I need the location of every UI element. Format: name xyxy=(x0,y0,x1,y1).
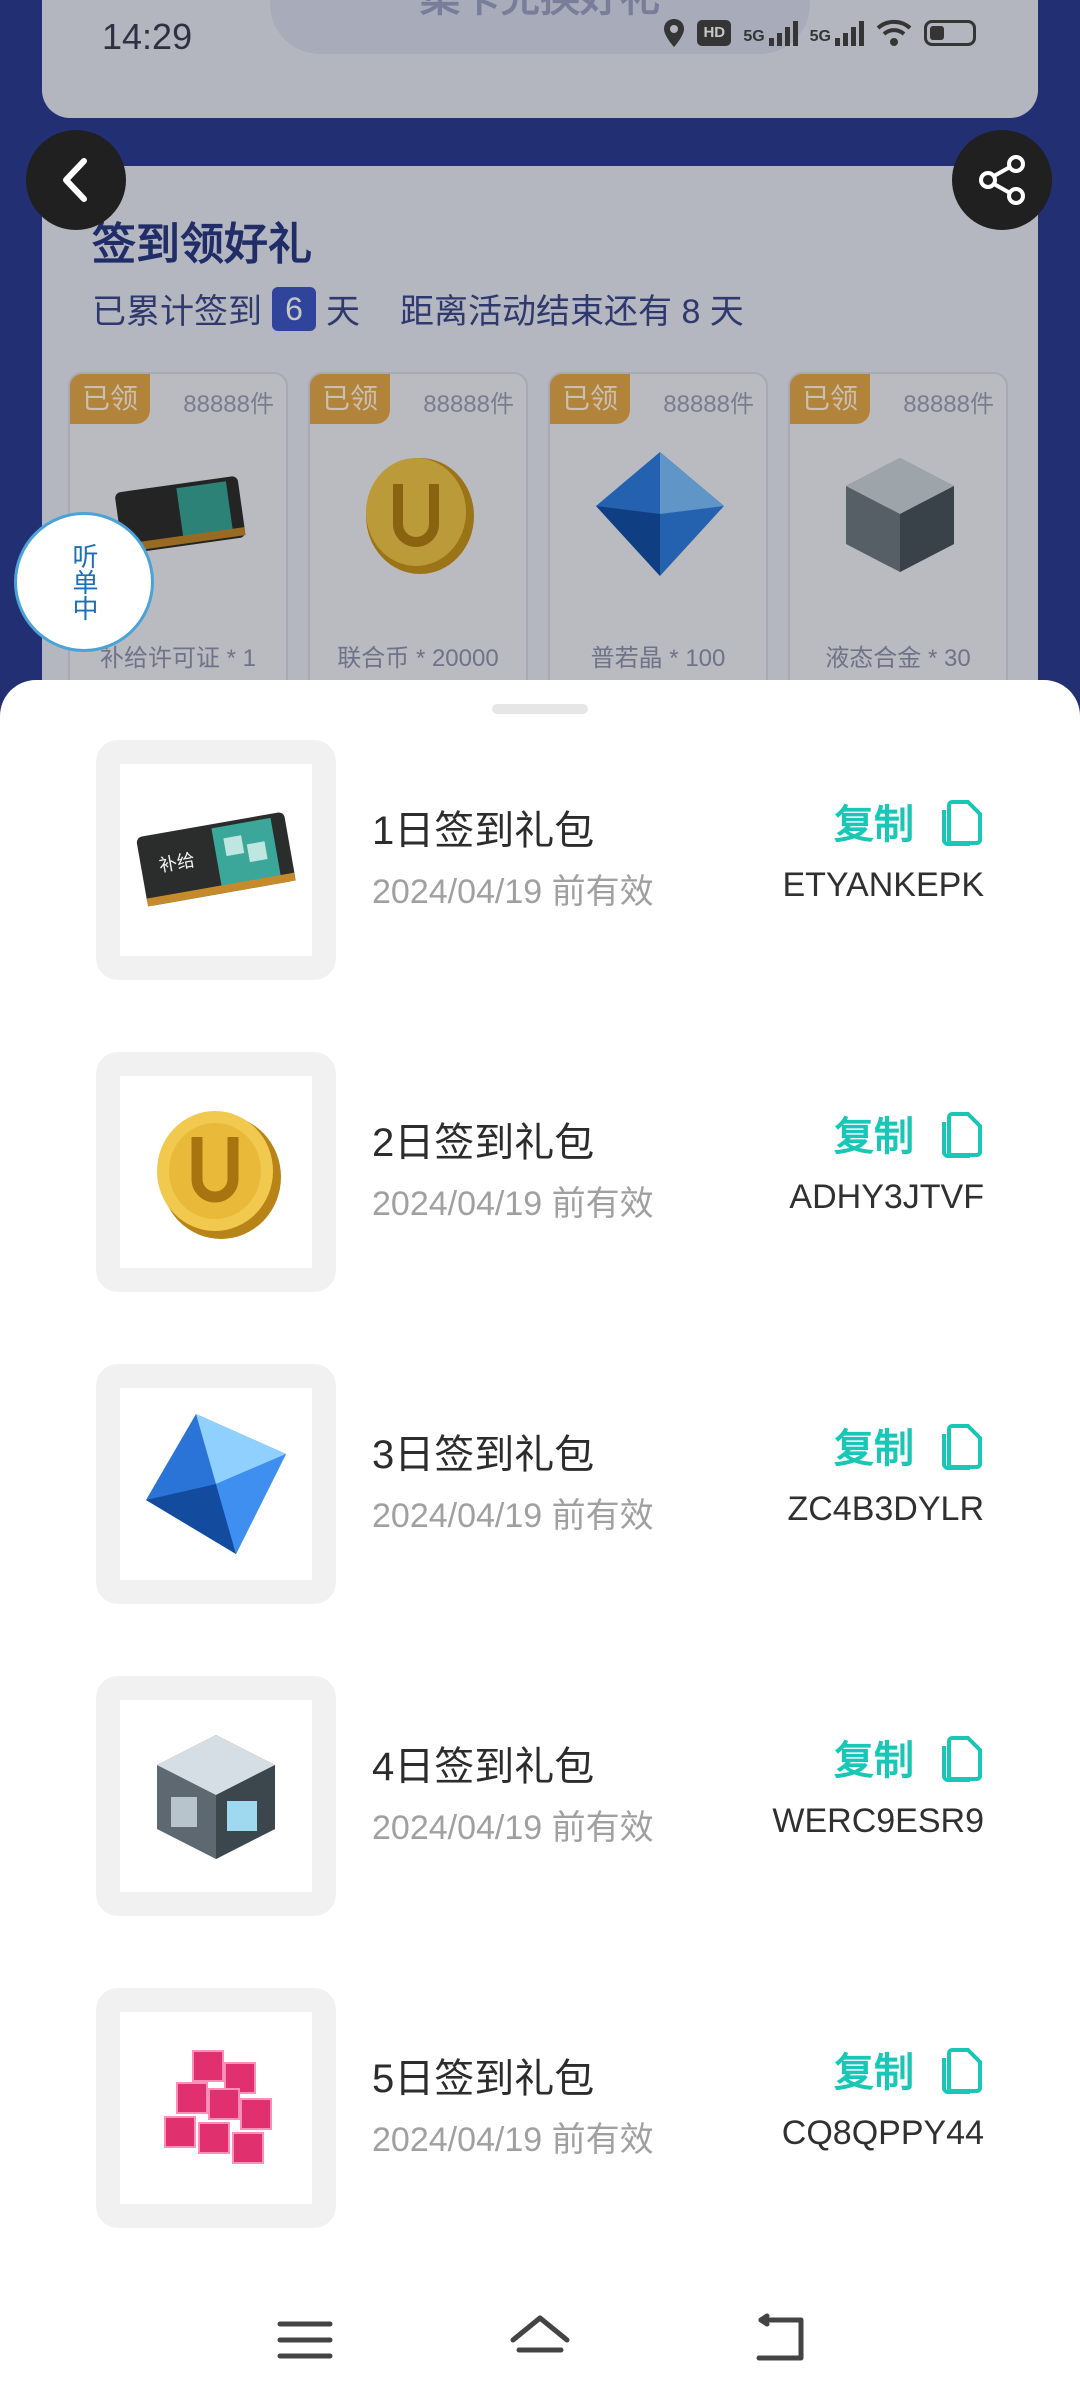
copy-button[interactable]: 复制 xyxy=(834,2040,984,2098)
back-button[interactable] xyxy=(26,130,126,230)
blue-crystal-icon xyxy=(146,1414,286,1554)
copy-label: 复制 xyxy=(834,1115,914,1159)
gift-name: 5日签到礼包 xyxy=(372,2057,595,2101)
gift-code: WERC9ESR9 xyxy=(772,1802,984,1840)
copy-label: 复制 xyxy=(834,1739,914,1783)
copy-button[interactable]: 复制 xyxy=(834,1728,984,1786)
gift-name: 4日签到礼包 xyxy=(372,1745,595,1789)
copy-button[interactable]: 复制 xyxy=(834,792,984,850)
copy-label: 复制 xyxy=(834,1427,914,1471)
gift-code: ETYANKEPK xyxy=(782,866,984,904)
gift-name: 1日签到礼包 xyxy=(372,809,595,853)
gift-expiry: 2024/04/19 前有效 xyxy=(372,2121,654,2159)
gift-row: 4日签到礼包 2024/04/19 前有效 复制 WERC9ESR9 xyxy=(0,1676,1080,1916)
share-button[interactable] xyxy=(952,130,1052,230)
gift-code: ZC4B3DYLR xyxy=(787,1490,984,1528)
gift-thumbnail xyxy=(96,1676,336,1916)
sheet-drag-handle[interactable] xyxy=(492,704,588,714)
copy-label: 复制 xyxy=(834,803,914,847)
copy-icon xyxy=(942,1736,982,1782)
gift-row: 补给 1日签到礼包 2024/04/19 前有效 复制 ETYANKEPK xyxy=(0,740,1080,980)
chevron-left-icon xyxy=(63,158,87,202)
gift-name: 3日签到礼包 xyxy=(372,1433,595,1477)
gift-code: ADHY3JTVF xyxy=(789,1178,984,1216)
listening-bubble[interactable]: 听单中 xyxy=(14,512,154,652)
share-icon xyxy=(979,155,1025,205)
gift-thumbnail xyxy=(96,1364,336,1604)
menu-icon[interactable] xyxy=(270,2310,340,2370)
gift-code: CQ8QPPY44 xyxy=(781,2114,984,2152)
copy-button[interactable]: 复制 xyxy=(834,1416,984,1474)
home-icon[interactable] xyxy=(505,2310,575,2370)
gift-expiry: 2024/04/19 前有效 xyxy=(372,1497,654,1535)
pink-cubes-icon xyxy=(164,2050,272,2164)
gift-row: 5日签到礼包 2024/04/19 前有效 复制 CQ8QPPY44 xyxy=(0,1988,1080,2228)
gift-expiry: 2024/04/19 前有效 xyxy=(372,1185,654,1223)
gift-expiry: 2024/04/19 前有效 xyxy=(372,873,654,911)
system-navigation-bar xyxy=(0,2270,1080,2400)
gift-thumbnail xyxy=(96,1988,336,2228)
gift-thumbnail: 补给 xyxy=(96,740,336,980)
gift-row: 3日签到礼包 2024/04/19 前有效 复制 ZC4B3DYLR xyxy=(0,1364,1080,1604)
metal-cube-icon xyxy=(157,1735,275,1859)
copy-icon xyxy=(942,2048,982,2094)
copy-icon xyxy=(942,800,982,846)
gift-row: 2日签到礼包 2024/04/19 前有效 复制 ADHY3JTVF xyxy=(0,1052,1080,1292)
gift-name: 2日签到礼包 xyxy=(372,1121,595,1165)
copy-icon xyxy=(942,1424,982,1470)
ticket-icon: 补给 xyxy=(136,812,296,907)
gift-code-sheet: 补给 1日签到礼包 2024/04/19 前有效 复制 ETYANKEPK 2日… xyxy=(0,680,1080,2400)
back-icon[interactable] xyxy=(745,2310,815,2370)
copy-icon xyxy=(942,1112,982,1158)
copy-button[interactable]: 复制 xyxy=(834,1104,984,1162)
gold-coin-icon xyxy=(157,1111,281,1239)
gift-thumbnail xyxy=(96,1052,336,1292)
copy-label: 复制 xyxy=(834,2051,914,2095)
gift-expiry: 2024/04/19 前有效 xyxy=(372,1809,654,1847)
